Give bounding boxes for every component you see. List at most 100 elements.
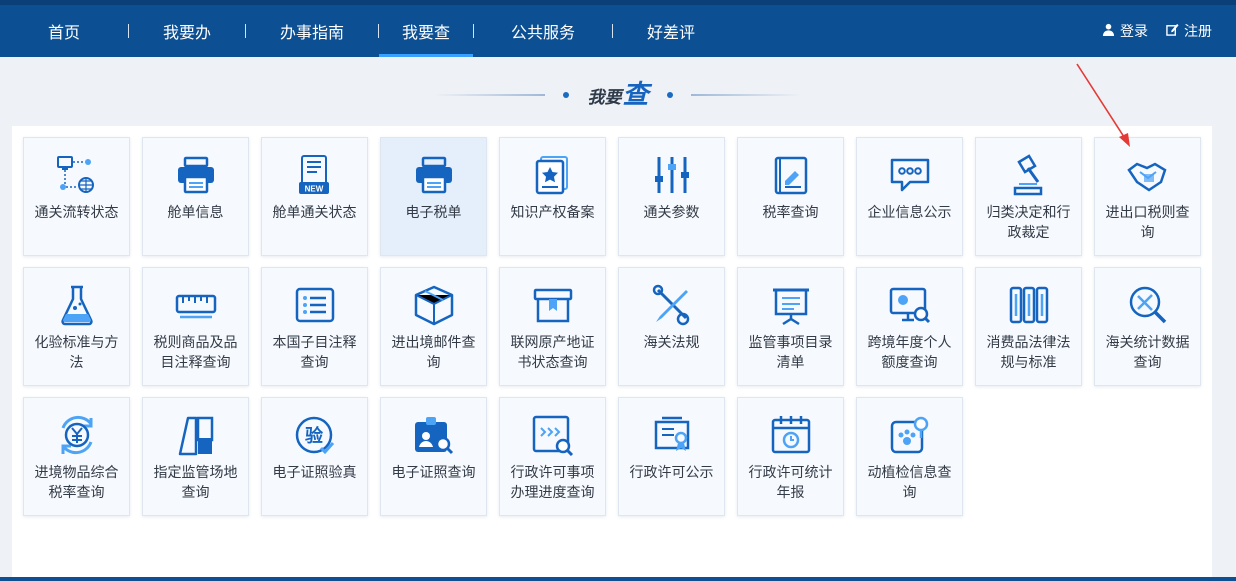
magnifier-tools-icon — [1125, 283, 1171, 327]
section-heading-prefix: 我要 — [587, 88, 622, 108]
service-tile-label: 联网原产地证书状态查询 — [510, 335, 595, 371]
handshake-icon — [1125, 153, 1171, 197]
service-tile[interactable]: 进出境邮件查询 — [380, 267, 487, 386]
register-label: 注册 — [1184, 24, 1212, 40]
service-tile[interactable]: 税率查询 — [737, 137, 844, 256]
service-tile-label: 电子证照验真 — [272, 465, 357, 481]
service-tile[interactable]: 电子证照查询 — [380, 397, 487, 516]
login-link[interactable]: 登录 — [1102, 21, 1148, 41]
service-tile-label: 动植检信息查询 — [867, 465, 952, 501]
service-tile-label: 指定监管场地查询 — [153, 465, 238, 501]
books-icon — [1006, 283, 1052, 327]
nav-guide[interactable]: 办事指南 — [246, 5, 378, 57]
nav-rating[interactable]: 好差评 — [613, 5, 729, 57]
service-tile-label: 舱单通关状态 — [272, 205, 357, 221]
service-tile[interactable]: 行政许可统计年报 — [737, 397, 844, 516]
service-tile[interactable]: 通关流转状态 — [23, 137, 130, 256]
query-services-panel: 通关流转状态 舱单信息 NEW 舱单通关状态 电子税单 知识产权备案 通关参数 税率查询 企业信… — [12, 126, 1212, 581]
user-icon — [1102, 23, 1115, 40]
service-tile[interactable]: 税则商品及品目注释查询 — [142, 267, 249, 386]
bottom-bar — [0, 577, 1236, 581]
service-tile[interactable]: 化验标准与方法 — [23, 267, 130, 386]
service-tile[interactable]: 进境物品综合税率查询 — [23, 397, 130, 516]
monitor-search-icon — [887, 283, 933, 327]
service-tile[interactable]: 企业信息公示 — [856, 137, 963, 256]
nav-public-service[interactable]: 公共服务 — [474, 5, 612, 57]
service-tile[interactable]: 海关统计数据查询 — [1094, 267, 1201, 386]
section-heading: 我要 查 — [587, 82, 648, 108]
register-link[interactable]: 注册 — [1166, 21, 1212, 41]
id-search-icon — [411, 413, 457, 457]
svg-text:NEW: NEW — [304, 185, 323, 194]
service-tile[interactable]: 舱单信息 — [142, 137, 249, 256]
service-tile-label: 税则商品及品目注释查询 — [153, 335, 238, 371]
service-tile[interactable]: 监管事项目录清单 — [737, 267, 844, 386]
top-navigation-bar: 首页 我要办 办事指南 我要查 公共服务 好差评 登录 注册 — [0, 0, 1236, 57]
list-card-icon — [292, 283, 338, 327]
title-dot-right — [666, 92, 673, 98]
service-tile[interactable]: 验电子证照验真 — [261, 397, 368, 516]
service-tile-label: 监管事项目录清单 — [748, 335, 833, 371]
service-tile-label: 海关统计数据查询 — [1105, 335, 1190, 371]
service-tile-label: 行政许可公示 — [629, 465, 714, 481]
service-tile[interactable]: 动植检信息查询 — [856, 397, 963, 516]
service-tile-label: 海关法规 — [643, 335, 700, 351]
service-tile-label: 进出境邮件查询 — [391, 335, 476, 371]
service-tile-label: 企业信息公示 — [867, 205, 952, 221]
red-annotation-arrow-icon — [1076, 63, 1130, 147]
service-tile-label: 本国子目注释查询 — [272, 335, 357, 371]
network-globe-icon — [54, 153, 100, 197]
package-icon — [411, 283, 457, 327]
service-tile[interactable]: 通关参数 — [618, 137, 725, 256]
auth-links: 登录 注册 — [1102, 5, 1212, 57]
service-tile-label: 舱单信息 — [167, 205, 224, 221]
service-tile-label: 消费品法律法规与标准 — [986, 335, 1071, 371]
service-tile[interactable]: 消费品法律法规与标准 — [975, 267, 1082, 386]
printer-icon — [173, 153, 219, 197]
gavel-icon — [1006, 153, 1052, 197]
service-tile-label: 化验标准与方法 — [34, 335, 119, 371]
book-icon — [768, 153, 814, 197]
easel-icon — [768, 283, 814, 327]
edit-icon — [1166, 23, 1179, 40]
service-tile[interactable]: NEW 舱单通关状态 — [261, 137, 368, 256]
service-tile[interactable]: 联网原产地证书状态查询 — [499, 267, 606, 386]
yuan-cycle-icon — [54, 413, 100, 457]
service-tile-label: 进境物品综合税率查询 — [34, 465, 119, 501]
service-tile[interactable]: 知识产权备案 — [499, 137, 606, 256]
plant-paw-icon — [887, 413, 933, 457]
service-tile[interactable]: 本国子目注释查询 — [261, 267, 368, 386]
service-tile[interactable]: 行政许可事项办理进度查询 — [499, 397, 606, 516]
section-heading-accent: 查 — [622, 80, 649, 110]
service-tile[interactable]: 海关法规 — [618, 267, 725, 386]
buildings-icon — [173, 413, 219, 457]
service-tile-label: 通关参数 — [643, 205, 700, 221]
sliders-icon — [649, 153, 695, 197]
window-search-icon — [530, 413, 576, 457]
title-dot-left — [563, 92, 570, 98]
service-tile[interactable]: 指定监管场地查询 — [142, 397, 249, 516]
login-label: 登录 — [1120, 24, 1148, 40]
service-tile[interactable]: 电子税单 — [380, 137, 487, 256]
service-tile-label: 行政许可事项办理进度查询 — [510, 465, 595, 501]
ruler-icon — [173, 283, 219, 327]
service-tile[interactable]: 归类决定和行政裁定 — [975, 137, 1082, 256]
title-divider-left — [435, 94, 546, 96]
service-tile-label: 行政许可统计年报 — [748, 465, 833, 501]
title-divider-right — [690, 94, 801, 96]
flask-icon — [54, 283, 100, 327]
box-bookmark-icon — [530, 283, 576, 327]
section-title: 我要 查 — [0, 74, 1236, 116]
service-tile[interactable]: 跨境年度个人额度查询 — [856, 267, 963, 386]
nav-home[interactable]: 首页 — [0, 5, 128, 57]
nav-handle[interactable]: 我要办 — [129, 5, 245, 57]
service-tile-label: 知识产权备案 — [510, 205, 595, 221]
service-tile-label: 税率查询 — [762, 205, 819, 221]
chat-bubble-icon — [887, 153, 933, 197]
nav-query[interactable]: 我要查 — [379, 5, 473, 57]
service-tile-label: 跨境年度个人额度查询 — [867, 335, 952, 371]
document-new-icon: NEW — [292, 153, 338, 197]
service-tile[interactable]: 行政许可公示 — [618, 397, 725, 516]
service-tile-label: 电子证照查询 — [391, 465, 476, 481]
certificate-star-icon — [530, 153, 576, 197]
